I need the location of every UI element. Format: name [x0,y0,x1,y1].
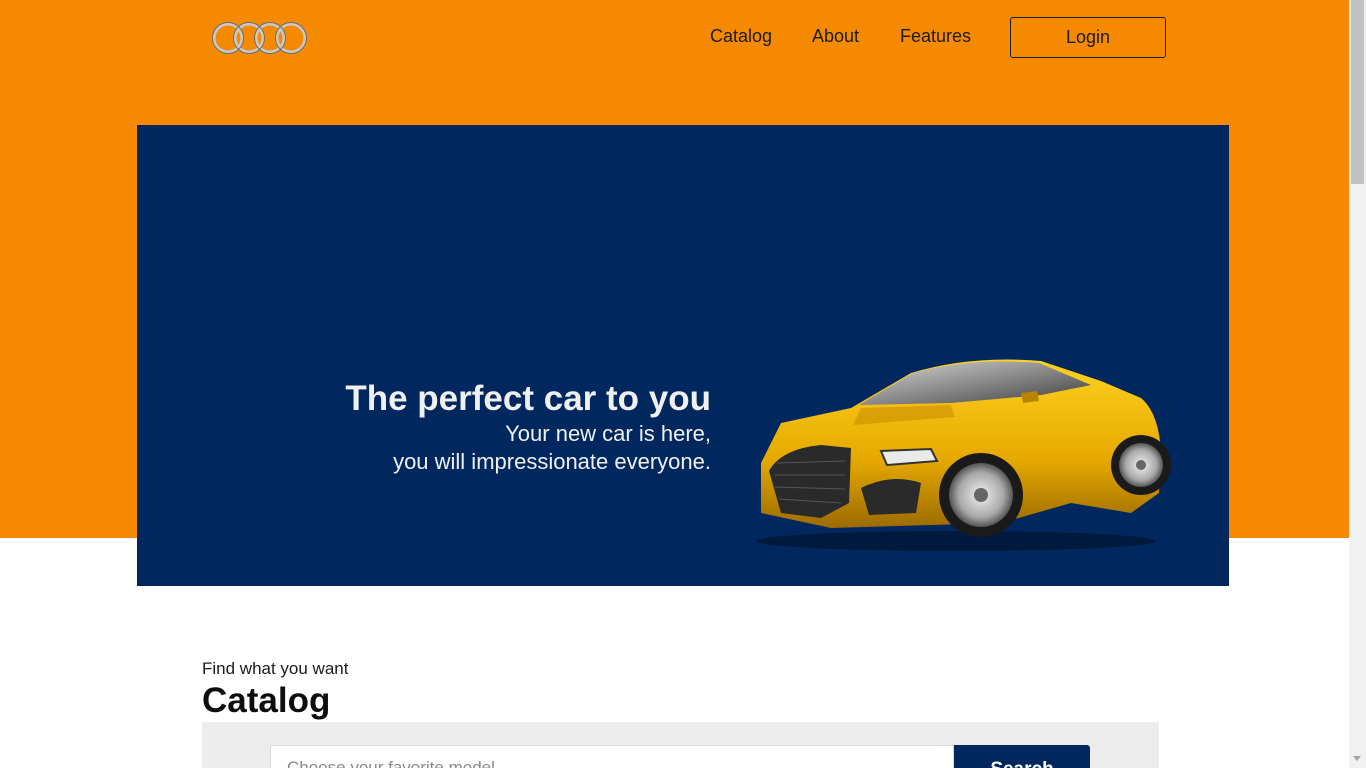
yellow-sports-car-image [756,359,1171,551]
login-button[interactable]: Login [1010,17,1166,58]
nav-about-link[interactable]: About [812,26,859,47]
hero-title: The perfect car to you [345,379,711,418]
model-search-input[interactable] [270,745,954,768]
hero-subtitle-line-1: Your new car is here, [505,421,711,446]
scrollbar-thumb[interactable] [1351,0,1364,184]
nav-catalog-link[interactable]: Catalog [710,26,772,47]
top-navbar: Catalog About Features Login [0,0,1349,76]
scroll-down-arrow-icon[interactable] [1353,756,1361,761]
hero-banner: The perfect car to you Your new car is h… [137,125,1229,586]
nav-features-link[interactable]: Features [900,26,971,47]
catalog-kicker: Find what you want [202,659,349,678]
search-button[interactable]: Search [954,745,1090,768]
hero-subtitle-line-2: you will impressionate everyone. [393,449,711,474]
catalog-search-panel: Search [202,722,1159,768]
catalog-title: Catalog [202,681,331,720]
audi-rings-logo[interactable] [211,20,309,56]
hero-text: The perfect car to you Your new car is h… [345,378,711,476]
catalog-heading: Find what you want Catalog [202,657,348,721]
